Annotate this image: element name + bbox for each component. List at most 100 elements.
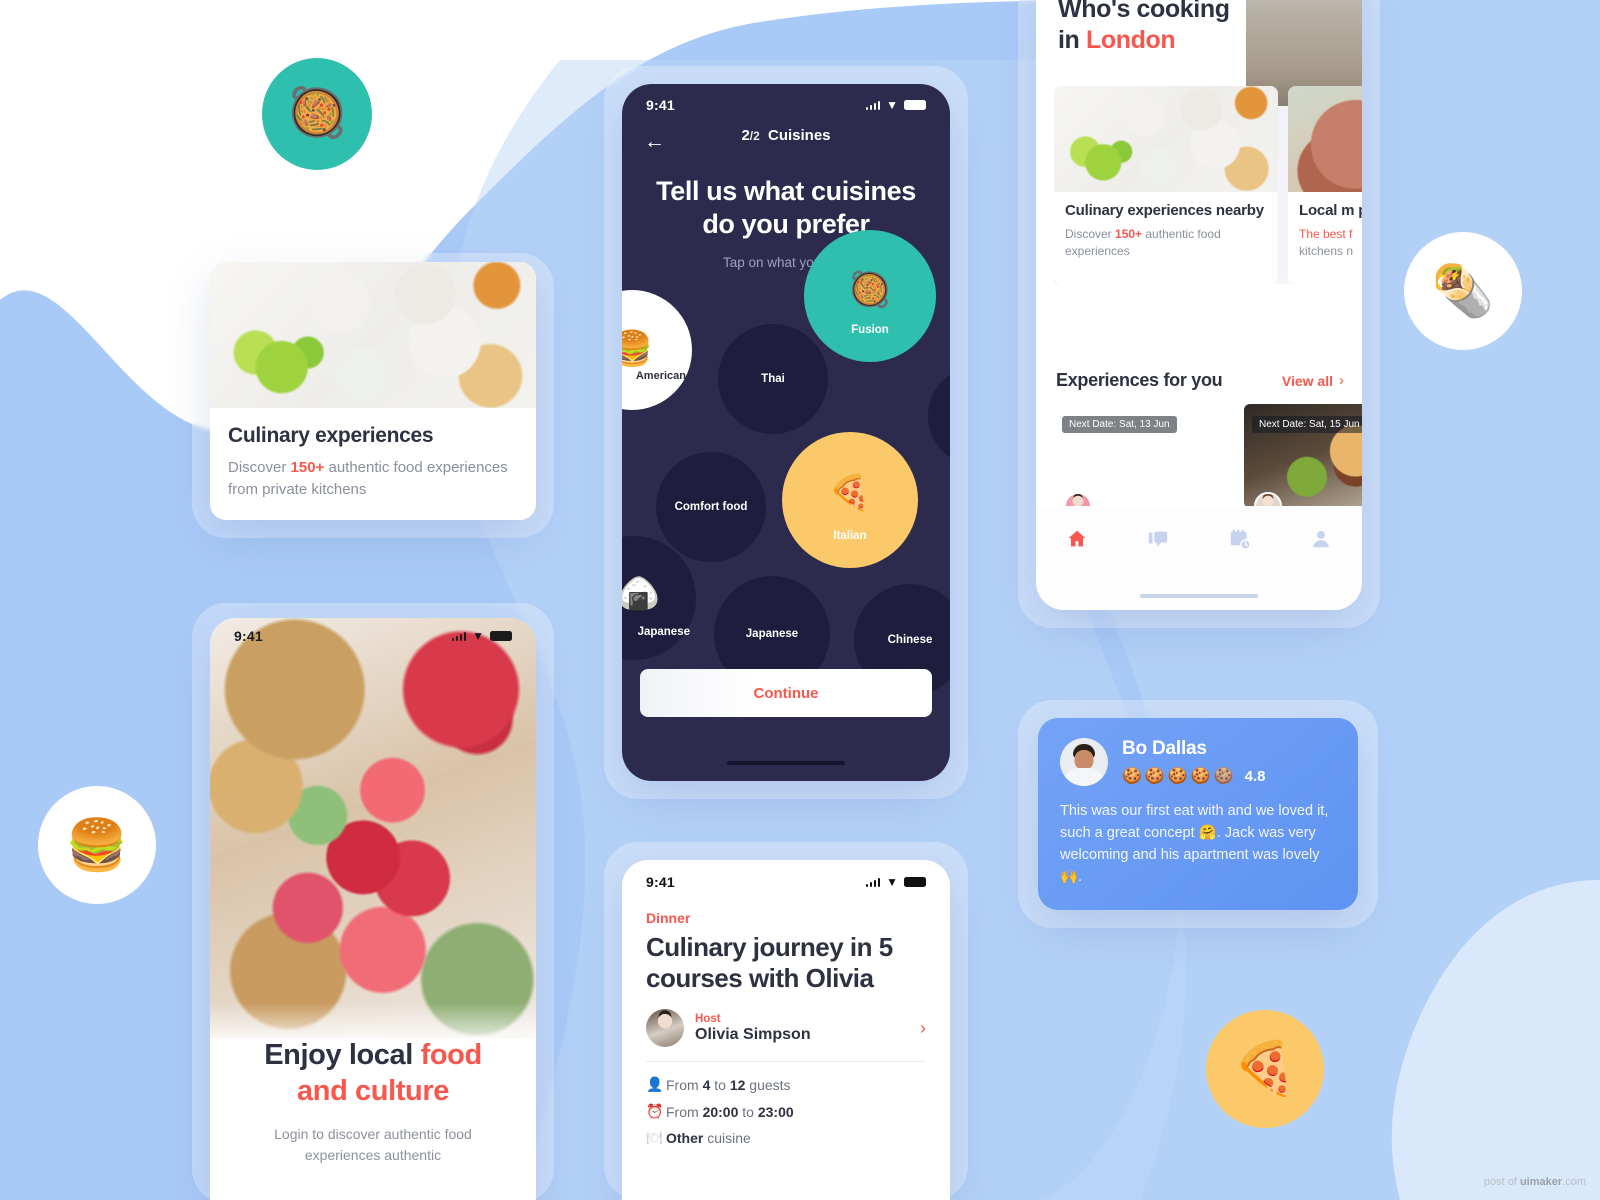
detail-phone: 9:41 ▼ Dinner Culinary journey in 5 cour… (622, 860, 950, 1200)
pizza-emoji: 🍕 (828, 474, 872, 512)
desc-prefix: Discover (228, 459, 291, 476)
battery-icon (904, 877, 926, 887)
sushi-emoji: 🍙 (622, 575, 661, 613)
host-row[interactable]: Host Olivia Simpson › (646, 1009, 926, 1048)
heading-line-1: Who's cooking (1058, 0, 1230, 23)
cuisine-bubble-thai[interactable]: Thai (718, 324, 828, 434)
teal-sizzler-circle: 🥘 (262, 58, 372, 170)
desc-suffix: kitchens n (1299, 243, 1354, 258)
nearby-card-title: Local m private (1299, 202, 1362, 219)
cellular-signal-icon (865, 877, 881, 887)
chevron-right-icon[interactable]: › (920, 1018, 926, 1039)
heading-line-2-plain: in (1058, 25, 1086, 54)
white-burrito-circle: 🌯 (1404, 232, 1522, 350)
fact-row: ⏰ From 20:00 to 23:00 (646, 1103, 926, 1120)
calendar-clock-icon (1230, 529, 1251, 550)
host-label: Host (695, 1012, 721, 1025)
continue-label: Continue (753, 684, 819, 702)
home-phone: Who's cooking in London Culinary experie… (1036, 0, 1362, 610)
experience-card[interactable]: Next Date: Sat, 15 Jun (1244, 404, 1362, 508)
nearby-card-title: Culinary experiences nearby (1065, 202, 1264, 219)
chevron-right-icon: › (1339, 372, 1344, 389)
login-status-bar: 9:41 ▼ (210, 628, 536, 644)
status-time: 9:41 (646, 874, 675, 890)
headline-accent-1: food (420, 1039, 483, 1071)
pizza-emoji: 🍕 (1232, 1040, 1298, 1098)
fact-value-1: Other (666, 1130, 704, 1147)
nearby-card[interactable]: Culinary experiences nearby Discover 150… (1054, 86, 1278, 284)
desc-highlight: 150+ (290, 459, 325, 476)
burger-emoji: 🍔 (622, 330, 654, 368)
desc-highlight: The best f (1299, 227, 1353, 241)
login-sub-line2: experiences authentic (304, 1146, 442, 1163)
burger-emoji: 🍔 (65, 817, 129, 873)
login-subtitle: Login to discover authentic food experie… (274, 1124, 472, 1166)
host-name: Olivia Simpson (695, 1025, 811, 1043)
review-card: Bo Dallas 🍪 🍪 🍪 🍪 🍪 4.8 This was our fir… (1038, 718, 1358, 910)
section-header: Experiences for you View all › (1056, 370, 1362, 391)
cookie-icon: 🍪 (1122, 768, 1142, 785)
rating-value: 4.8 (1244, 767, 1266, 785)
watermark-suffix: .com (1562, 1176, 1586, 1188)
fact-prefix: From (666, 1103, 703, 1120)
reviewer-name: Bo Dallas (1122, 738, 1207, 759)
brunch-table-photo (1054, 86, 1278, 192)
tab-chat[interactable] (1118, 528, 1200, 555)
login-phone: 9:41 ▼ Enjoy local food and culture Logi… (210, 618, 536, 1200)
experiences-row[interactable]: Next Date: Sat, 13 Jun Next Date: Sat, 1… (1054, 404, 1362, 508)
fact-suffix: cuisine (703, 1130, 751, 1147)
watermark: post of uimaker.com (1484, 1176, 1586, 1188)
cuisine-bubble-fusion[interactable]: 🥘 Fusion (804, 230, 936, 362)
onboarding-phone: 9:41 ▼ ← 2/2 Cuisines Tell us what cuisi… (622, 84, 950, 781)
home-indicator (727, 761, 845, 765)
cookie-icon: 🍪 (1190, 768, 1211, 785)
cookie-icon: 🍪 (1144, 768, 1165, 785)
home-heading: Who's cooking in London (1058, 0, 1230, 55)
sizzler-emoji: 🥘 (848, 271, 892, 309)
next-date-badge: Next Date: Sat, 13 Jun (1062, 416, 1177, 433)
culinary-experiences-card[interactable]: Culinary experiences Discover 150+ authe… (210, 262, 536, 520)
tab-profile[interactable] (1281, 528, 1363, 555)
fact-value-1: 20:00 (702, 1103, 739, 1120)
sizzler-emoji: 🥘 (287, 87, 347, 140)
tab-bookings[interactable] (1199, 528, 1281, 555)
cuisine-label: American (635, 370, 686, 382)
nearby-card-row[interactable]: Culinary experiences nearby Discover 150… (1054, 86, 1362, 284)
host-avatar (646, 1009, 684, 1048)
view-all-label: View all (1281, 372, 1333, 389)
headline-plain: Enjoy local (264, 1039, 421, 1071)
cookie-icon: 🍪 (1213, 768, 1234, 785)
cutlery-icon: 🍽 (646, 1130, 663, 1146)
continue-button[interactable]: Continue (640, 669, 932, 717)
profile-icon (1313, 530, 1330, 548)
fact-prefix: From (666, 1076, 703, 1093)
burrito-emoji: 🌯 (1431, 263, 1495, 319)
cuisine-bubble-edge[interactable] (928, 366, 950, 466)
culinary-card-title: Culinary experiences (228, 424, 434, 447)
tab-home[interactable] (1036, 528, 1118, 555)
nearby-card[interactable]: Local m private The best f kitchens n (1288, 86, 1362, 284)
status-time: 9:41 (234, 628, 263, 644)
fact-row: 👤 From 4 to 12 guests (646, 1076, 926, 1093)
nearby-card-desc: Discover 150+ authentic food experiences (1065, 226, 1267, 260)
battery-icon (490, 631, 512, 641)
cuisine-bubble-comfort-food[interactable]: Comfort food (656, 452, 766, 562)
wifi-icon: ▼ (886, 875, 898, 889)
culinary-card-description: Discover 150+ authentic food experiences… (228, 457, 518, 501)
fact-mid: to (710, 1076, 730, 1093)
cuisine-bubble-american[interactable]: 🍔 American (622, 290, 692, 410)
cellular-signal-icon (451, 631, 467, 641)
brunch-table-photo (210, 262, 536, 408)
watermark-prefix: post of (1483, 1176, 1520, 1188)
fact-suffix: guests (745, 1076, 791, 1093)
yellow-pizza-circle: 🍕 (1206, 1010, 1324, 1128)
meal-tag: Dinner (646, 910, 691, 926)
cuisine-label: Fusion (851, 324, 889, 336)
hands-food-photo (1288, 86, 1362, 192)
detail-status-bar: 9:41 ▼ (622, 860, 950, 890)
cuisine-bubble-italian[interactable]: 🍕 Italian (782, 432, 918, 568)
desc-prefix: Discover (1065, 227, 1116, 241)
experience-card[interactable]: Next Date: Sat, 13 Jun (1054, 404, 1234, 508)
login-copy: Enjoy local food and culture Login to di… (210, 1003, 536, 1200)
view-all-button[interactable]: View all › (1282, 372, 1344, 389)
